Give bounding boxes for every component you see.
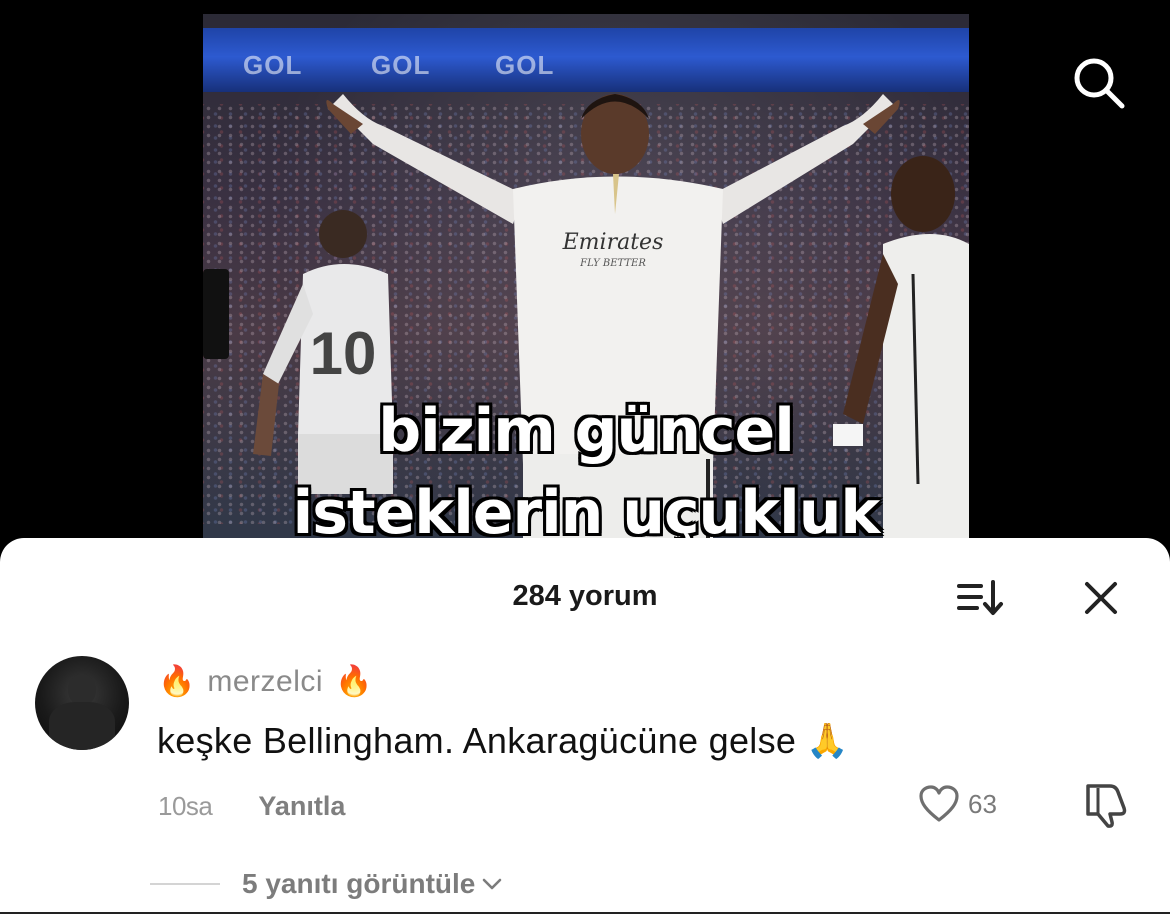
svg-text:Emirates: Emirates <box>562 230 664 255</box>
close-button[interactable] <box>1079 576 1123 620</box>
search-button[interactable] <box>1068 52 1128 112</box>
reply-button[interactable]: Yanıtla <box>258 791 345 822</box>
comment-username[interactable]: 🔥 merzelci 🔥 <box>158 660 372 704</box>
fire-icon: 🔥 <box>158 665 196 698</box>
video-caption-line2: isteklerin uçukluk <box>292 478 881 544</box>
dislike-button[interactable] <box>1080 780 1132 828</box>
search-icon <box>1074 58 1125 109</box>
view-replies-label: 5 yanıtı görüntüle <box>242 868 476 899</box>
like-count: 63 <box>968 788 997 819</box>
led-text: GOL <box>243 50 303 80</box>
comment-timestamp: 10sa <box>158 790 213 821</box>
video-caption-line1: bizim güncel <box>378 396 795 466</box>
heart-icon <box>919 785 959 822</box>
close-icon <box>1085 582 1117 614</box>
avatar-figure-body <box>49 702 115 750</box>
svg-text:FLY BETTER: FLY BETTER <box>579 258 646 269</box>
username-text: merzelci <box>207 665 324 698</box>
comment-body: keşke Bellingham. Ankaragücüne gelse 🙏 <box>157 720 849 762</box>
comment-text: keşke Bellingham. Ankaragücüne gelse <box>157 720 797 761</box>
camera-equipment <box>203 269 229 359</box>
like-button[interactable]: 63 <box>918 782 997 826</box>
avatar[interactable] <box>35 656 129 750</box>
fire-icon: 🔥 <box>335 665 373 698</box>
chevron-down-icon <box>483 878 502 890</box>
video-player[interactable]: GOL GOL GOL 10 Emirates FLY BETTER bizim… <box>0 0 1170 560</box>
sort-button[interactable] <box>955 578 1005 618</box>
comment-meta: 10sa Yanıtla <box>158 788 345 824</box>
sort-icon <box>957 580 1003 615</box>
pray-emoji-icon: 🙏 <box>806 722 849 760</box>
replies-divider <box>150 883 220 885</box>
player-celebrating: Emirates FLY BETTER <box>326 94 900 544</box>
view-replies-button[interactable]: 5 yanıtı görüntüle <box>150 864 503 904</box>
thumbs-down-icon <box>1086 784 1127 828</box>
bottom-border <box>0 912 1170 919</box>
comments-sheet: 284 yorum 🔥 merzelci 🔥 keşke Bellingham.… <box>0 538 1170 919</box>
video-frame: GOL GOL GOL 10 Emirates FLY BETTER bizim… <box>203 14 969 544</box>
